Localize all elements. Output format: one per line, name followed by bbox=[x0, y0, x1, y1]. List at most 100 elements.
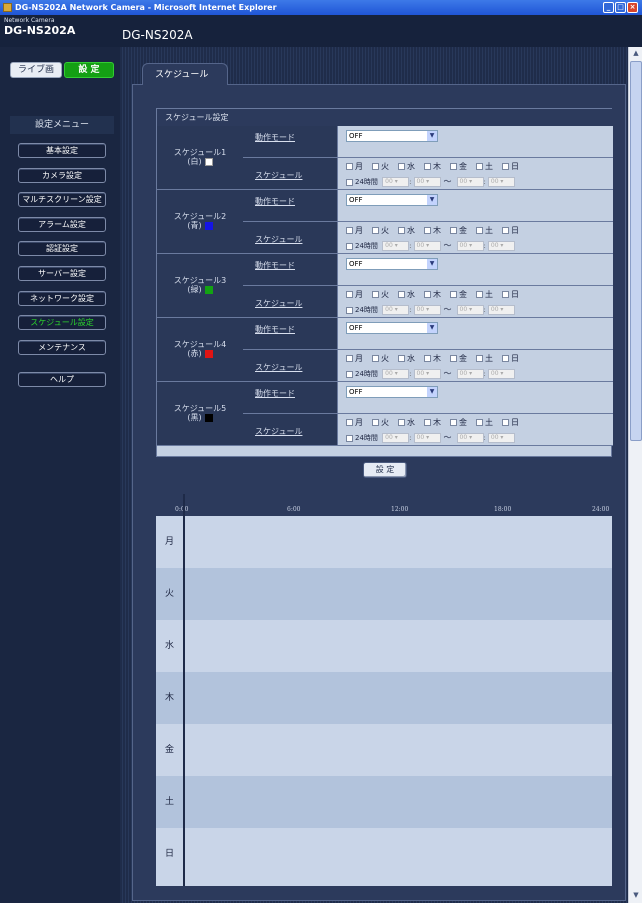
operation-mode-link[interactable]: 動作モード bbox=[243, 382, 337, 414]
day-checkbox[interactable] bbox=[424, 163, 431, 170]
time-select[interactable]: 00 ▾ bbox=[382, 177, 410, 187]
time-select[interactable]: 00 ▾ bbox=[413, 177, 441, 187]
day-checkbox[interactable] bbox=[346, 419, 353, 426]
operation-mode-select[interactable]: OFF ▼ bbox=[346, 194, 438, 206]
menu-item-0[interactable]: 基本設定 bbox=[18, 143, 106, 158]
time-select[interactable]: 00 ▾ bbox=[413, 241, 441, 251]
menu-item-2[interactable]: マルチスクリーン設定 bbox=[18, 192, 106, 207]
day-checkbox[interactable] bbox=[346, 163, 353, 170]
day-checkbox[interactable] bbox=[372, 227, 379, 234]
scrollbar[interactable]: ▲ ▼ bbox=[628, 47, 642, 903]
menu-item-9[interactable]: ヘルプ bbox=[18, 372, 106, 387]
time-select[interactable]: 00 ▾ bbox=[456, 305, 484, 315]
time-select[interactable]: 00 ▾ bbox=[413, 433, 441, 443]
menu-item-1[interactable]: カメラ設定 bbox=[18, 168, 106, 183]
time-select[interactable]: 00 ▾ bbox=[456, 177, 484, 187]
day-checkbox[interactable] bbox=[476, 227, 483, 234]
tab-schedule[interactable]: スケジュール bbox=[142, 63, 228, 85]
schedule-link[interactable]: スケジュール bbox=[243, 158, 337, 190]
day-checkbox[interactable] bbox=[398, 419, 405, 426]
day-checkbox[interactable] bbox=[372, 419, 379, 426]
time-select[interactable]: 00 ▾ bbox=[487, 241, 515, 251]
day-checkbox[interactable] bbox=[372, 355, 379, 362]
day-checkbox[interactable] bbox=[450, 419, 457, 426]
operation-mode-select[interactable]: OFF ▼ bbox=[346, 130, 438, 142]
day-checkboxes: 月火水木金土日 bbox=[346, 161, 528, 172]
menu-item-4[interactable]: 認証設定 bbox=[18, 241, 106, 256]
day-checkbox[interactable] bbox=[372, 163, 379, 170]
time-select[interactable]: 00 ▾ bbox=[487, 369, 515, 379]
operation-mode-link[interactable]: 動作モード bbox=[243, 318, 337, 350]
day-checkbox[interactable] bbox=[476, 291, 483, 298]
operation-mode-select[interactable]: OFF ▼ bbox=[346, 322, 438, 334]
camera-header: Network Camera DG-NS202A DG-NS202A bbox=[0, 15, 642, 47]
time-select[interactable]: 00 ▾ bbox=[382, 241, 410, 251]
menu-item-7[interactable]: スケジュール設定 bbox=[18, 315, 106, 330]
day-checkbox[interactable] bbox=[502, 355, 509, 362]
operation-mode-link[interactable]: 動作モード bbox=[243, 126, 337, 158]
scroll-down-arrow-icon[interactable]: ▼ bbox=[630, 889, 642, 901]
operation-mode-link[interactable]: 動作モード bbox=[243, 190, 337, 222]
day-checkbox[interactable] bbox=[502, 163, 509, 170]
time-select[interactable]: 00 ▾ bbox=[487, 177, 515, 187]
all-day-checkbox[interactable] bbox=[346, 242, 353, 250]
time-select[interactable]: 00 ▾ bbox=[413, 369, 441, 379]
day-checkbox[interactable] bbox=[372, 291, 379, 298]
schedule-link[interactable]: スケジュール bbox=[243, 222, 337, 254]
operation-mode-link[interactable]: 動作モード bbox=[243, 254, 337, 286]
set-button[interactable]: 設 定 bbox=[363, 462, 407, 478]
day-checkbox[interactable] bbox=[450, 355, 457, 362]
time-select[interactable]: 00 ▾ bbox=[382, 305, 410, 315]
day-checkbox[interactable] bbox=[398, 163, 405, 170]
day-checkbox[interactable] bbox=[450, 163, 457, 170]
time-select[interactable]: 00 ▾ bbox=[487, 305, 515, 315]
time-select[interactable]: 00 ▾ bbox=[413, 305, 441, 315]
time-select[interactable]: 00 ▾ bbox=[382, 369, 410, 379]
day-checkbox[interactable] bbox=[476, 419, 483, 426]
scroll-up-arrow-icon[interactable]: ▲ bbox=[630, 47, 642, 59]
all-day-checkbox[interactable] bbox=[346, 306, 353, 314]
day-checkbox[interactable] bbox=[502, 419, 509, 426]
day-checkbox[interactable] bbox=[398, 355, 405, 362]
day-checkbox[interactable] bbox=[424, 419, 431, 426]
time-select[interactable]: 00 ▾ bbox=[456, 241, 484, 251]
day-checkbox[interactable] bbox=[502, 291, 509, 298]
day-checkbox[interactable] bbox=[398, 227, 405, 234]
day-checkbox[interactable] bbox=[424, 227, 431, 234]
schedule-link[interactable]: スケジュール bbox=[243, 350, 337, 382]
schedule-link[interactable]: スケジュール bbox=[243, 286, 337, 318]
schedule-link[interactable]: スケジュール bbox=[243, 414, 337, 446]
time-select[interactable]: 00 ▾ bbox=[456, 433, 484, 443]
setup-button[interactable]: 設 定 bbox=[64, 62, 114, 78]
live-view-button[interactable]: ライブ画 bbox=[10, 62, 62, 78]
scroll-thumb[interactable] bbox=[630, 61, 642, 441]
time-select[interactable]: 00 ▾ bbox=[487, 433, 515, 443]
timeline-day-label: 木 bbox=[164, 693, 174, 703]
day-checkbox[interactable] bbox=[450, 291, 457, 298]
time-select[interactable]: 00 ▾ bbox=[382, 433, 410, 443]
day-checkbox[interactable] bbox=[476, 355, 483, 362]
operation-mode-select[interactable]: OFF ▼ bbox=[346, 386, 438, 398]
day-checkbox[interactable] bbox=[398, 291, 405, 298]
time-select[interactable]: 00 ▾ bbox=[456, 369, 484, 379]
close-button[interactable]: × bbox=[627, 2, 638, 13]
day-checkbox[interactable] bbox=[346, 291, 353, 298]
all-day-checkbox[interactable] bbox=[346, 370, 353, 378]
day-checkbox[interactable] bbox=[346, 227, 353, 234]
day-checkbox[interactable] bbox=[424, 291, 431, 298]
range-separator: ～ bbox=[443, 241, 452, 250]
minimize-button[interactable]: _ bbox=[603, 2, 614, 13]
menu-item-6[interactable]: ネットワーク設定 bbox=[18, 291, 106, 306]
all-day-checkbox[interactable] bbox=[346, 434, 353, 442]
day-checkbox[interactable] bbox=[450, 227, 457, 234]
all-day-checkbox[interactable] bbox=[346, 178, 353, 186]
day-checkbox[interactable] bbox=[476, 163, 483, 170]
menu-item-5[interactable]: サーバー設定 bbox=[18, 266, 106, 281]
menu-item-8[interactable]: メンテナンス bbox=[18, 340, 106, 355]
day-checkbox[interactable] bbox=[502, 227, 509, 234]
maximize-button[interactable]: □ bbox=[615, 2, 626, 13]
operation-mode-select[interactable]: OFF ▼ bbox=[346, 258, 438, 270]
day-checkbox[interactable] bbox=[346, 355, 353, 362]
menu-item-3[interactable]: アラーム設定 bbox=[18, 217, 106, 232]
day-checkbox[interactable] bbox=[424, 355, 431, 362]
